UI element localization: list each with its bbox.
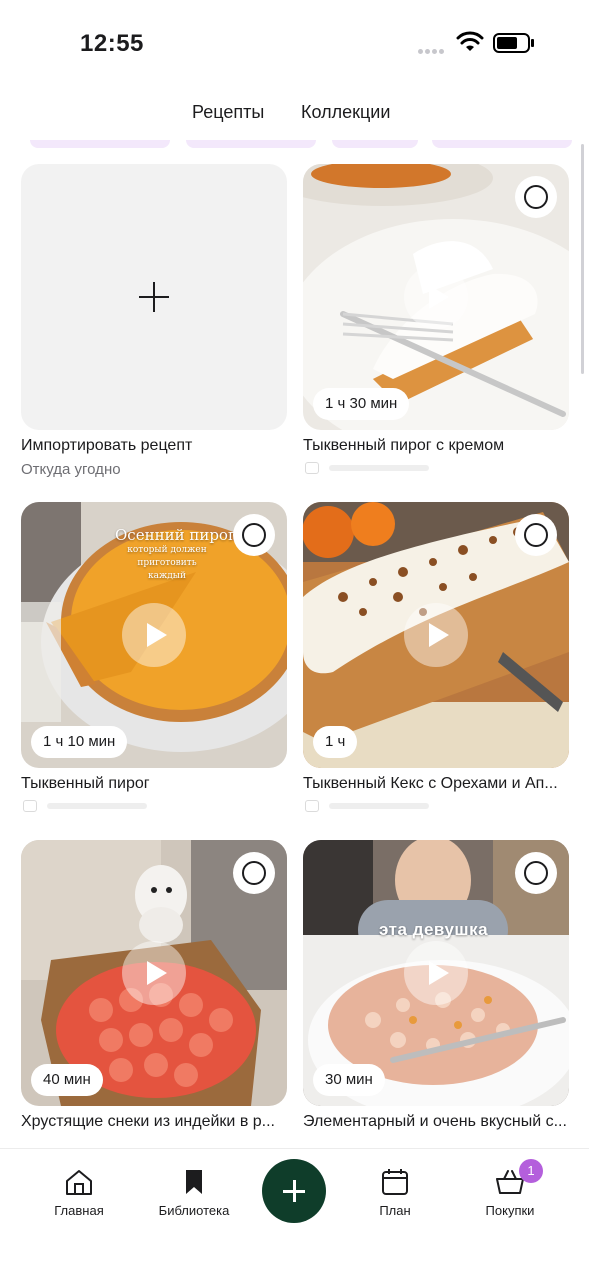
recipe-card[interactable]: 1 ч Тыквенный Кекс с Орехами и Ап... <box>303 502 569 812</box>
battery-icon <box>493 33 534 53</box>
recipe-title: Элементарный и очень вкусный с... <box>303 1113 567 1130</box>
recipe-card[interactable]: 40 мин Хрустящие снеки из индейки в р... <box>21 840 287 1130</box>
shopping-count-badge: 1 <box>519 1159 543 1183</box>
tab-recipes[interactable]: Рецепты <box>192 102 264 123</box>
time-badge: 1 ч 30 мин <box>313 388 410 420</box>
select-circle-icon[interactable] <box>515 852 557 894</box>
video-overlay-title: эта девушка <box>379 920 489 939</box>
play-icon[interactable] <box>404 941 468 1005</box>
play-icon[interactable] <box>404 603 468 667</box>
video-overlay-title: Осенний пирог <box>115 526 236 544</box>
import-recipe-subtitle: Откуда угодно <box>21 461 121 478</box>
bookmark-icon <box>186 1170 202 1194</box>
nav-library-label: Библиотека <box>158 1203 230 1218</box>
recipe-title: Тыквенный пирог <box>21 775 150 792</box>
home-icon <box>66 1170 92 1195</box>
nav-library[interactable]: Библиотека <box>149 1167 239 1218</box>
recipe-title: Тыквенный пирог с кремом <box>303 437 505 454</box>
recipe-card[interactable]: Осенний пирог который должен приготовить… <box>21 502 287 812</box>
video-overlay-subtitle: который должен приготовить каждый <box>127 545 207 581</box>
select-circle-icon[interactable] <box>233 514 275 556</box>
wifi-icon <box>456 31 484 51</box>
time-badge: 1 ч <box>313 726 358 758</box>
select-circle-icon[interactable] <box>515 176 557 218</box>
import-recipe-card[interactable]: Импортировать рецепт Откуда угодно <box>21 164 287 478</box>
import-recipe-title: Импортировать рецепт <box>21 437 193 454</box>
status-bar: 12:55 <box>0 0 589 88</box>
play-icon[interactable] <box>122 603 186 667</box>
select-circle-icon[interactable] <box>233 852 275 894</box>
filter-chip[interactable] <box>332 140 418 148</box>
play-icon[interactable] <box>404 265 468 329</box>
recipe-thumbnail[interactable]: 40 мин <box>21 840 287 1106</box>
nav-shopping-label: Покупки <box>485 1203 535 1218</box>
import-recipe-tile[interactable] <box>21 164 287 430</box>
select-circle-icon[interactable] <box>515 514 557 556</box>
filter-chip[interactable] <box>186 140 316 148</box>
time-badge: 30 мин <box>313 1064 385 1096</box>
scrollbar[interactable] <box>581 144 584 374</box>
nav-plan-label: План <box>379 1203 411 1218</box>
time-badge: 1 ч 10 мин <box>31 726 128 758</box>
nav-plan[interactable]: План <box>350 1167 440 1218</box>
add-button[interactable] <box>262 1159 326 1223</box>
recipe-title: Тыквенный Кекс с Орехами и Ап... <box>303 775 558 792</box>
bottom-nav: Главная Библиотека План 1 Покупки <box>0 1148 589 1280</box>
recipe-thumbnail[interactable]: 1 ч 30 мин <box>303 164 569 430</box>
recipe-thumbnail[interactable]: Осенний пирог который должен приготовить… <box>21 502 287 768</box>
filter-chip[interactable] <box>432 140 572 148</box>
plus-icon <box>139 282 169 312</box>
filter-chips-row <box>0 140 589 150</box>
calendar-icon <box>382 1169 408 1195</box>
filter-chip[interactable] <box>30 140 170 148</box>
status-time: 12:55 <box>80 30 144 57</box>
recipe-meta <box>21 798 171 812</box>
recipe-card[interactable]: 1 ч 30 мин Тыквенный пирог с кремом <box>303 164 569 474</box>
tab-collections[interactable]: Коллекции <box>301 102 390 123</box>
play-icon[interactable] <box>122 941 186 1005</box>
time-badge: 40 мин <box>31 1064 103 1096</box>
recipe-title: Хрустящие снеки из индейки в р... <box>21 1113 275 1130</box>
recipe-meta <box>303 798 453 812</box>
signal-icon <box>418 41 448 54</box>
nav-home[interactable]: Главная <box>34 1167 124 1218</box>
nav-home-label: Главная <box>54 1203 104 1218</box>
recipe-thumbnail[interactable]: эта девушка 30 мин <box>303 840 569 1106</box>
recipe-meta <box>303 460 453 474</box>
recipe-card[interactable]: эта девушка 30 мин Элементарный и очень … <box>303 840 569 1130</box>
recipe-thumbnail[interactable]: 1 ч <box>303 502 569 768</box>
nav-shopping[interactable]: 1 Покупки <box>465 1159 555 1218</box>
